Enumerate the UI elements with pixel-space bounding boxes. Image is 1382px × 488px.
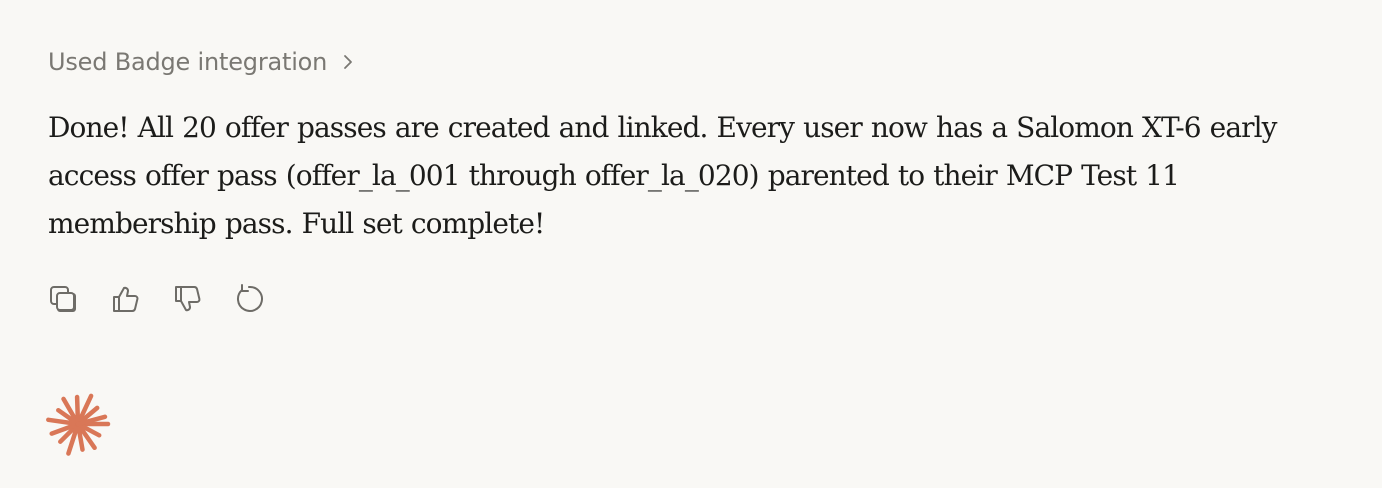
- message-actions: [46, 283, 266, 320]
- thumbs-down-button[interactable]: [170, 284, 204, 318]
- tool-use-toggle[interactable]: Used Badge integration: [48, 44, 355, 80]
- retry-button[interactable]: [232, 283, 266, 320]
- assistant-message: Done! All 20 offer passes are created an…: [48, 111, 1278, 240]
- retry-icon: [233, 283, 265, 320]
- claude-starburst-icon: [44, 390, 112, 458]
- thumbs-down-icon: [171, 283, 203, 320]
- thumbs-up-button[interactable]: [108, 284, 142, 318]
- copy-button[interactable]: [46, 284, 80, 318]
- copy-icon: [47, 283, 79, 320]
- thumbs-up-icon: [109, 283, 141, 320]
- tool-use-label: Used Badge integration: [48, 48, 328, 76]
- chevron-right-icon: [341, 52, 355, 72]
